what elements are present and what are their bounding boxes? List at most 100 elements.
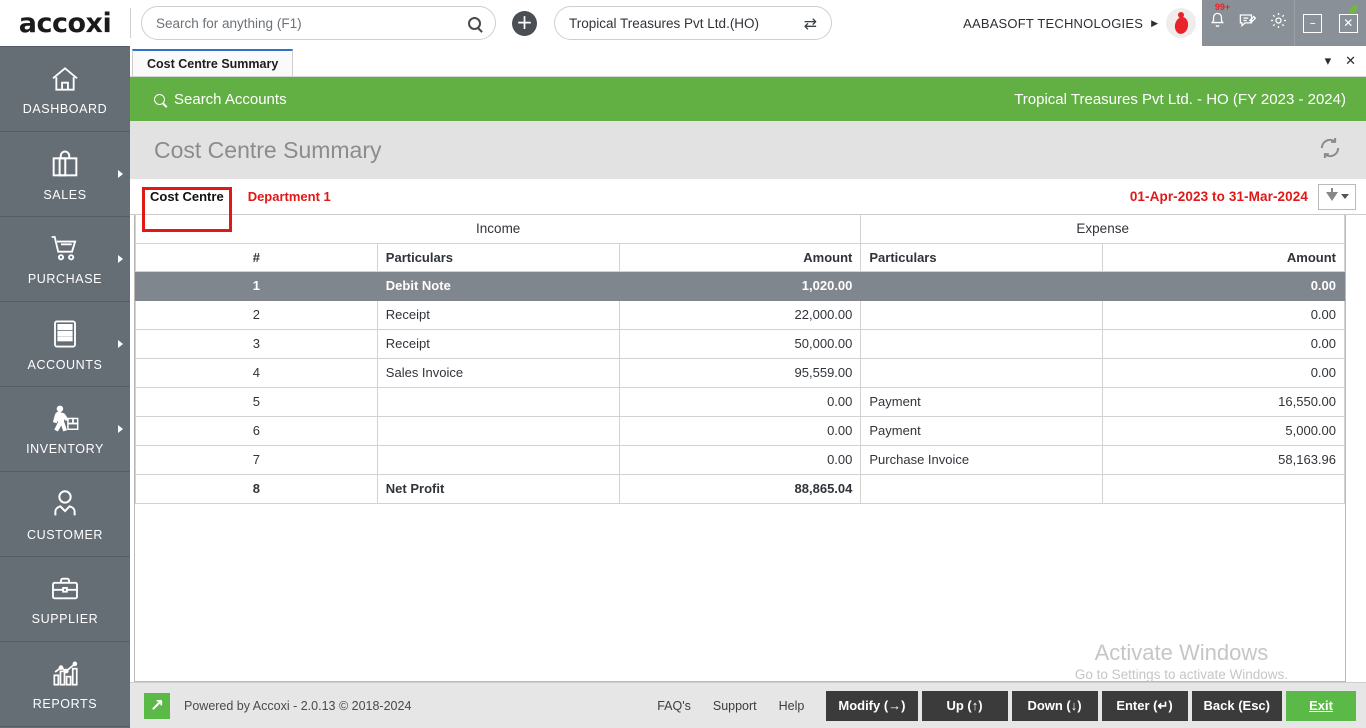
top-bar: accoxi + Tropical Treasures Pvt Ltd.(HO)… xyxy=(0,0,1366,46)
sidebar-item-customer[interactable]: CUSTOMER xyxy=(0,472,130,557)
cell-index: 6 xyxy=(136,416,378,445)
sidebar-item-sales[interactable]: SALES xyxy=(0,132,130,217)
notifications-button[interactable]: 99+ xyxy=(1208,11,1227,35)
footer-link-support[interactable]: Support xyxy=(713,699,757,713)
cell-expense-particulars xyxy=(861,474,1103,503)
search-accounts-button[interactable]: Search Accounts xyxy=(154,91,287,108)
filter-button[interactable] xyxy=(1318,184,1356,210)
home-icon xyxy=(46,63,84,95)
sidebar-item-label: INVENTORY xyxy=(26,442,104,456)
sidebar-item-supplier[interactable]: SUPPLIER xyxy=(0,557,130,642)
sidebar-item-label: SUPPLIER xyxy=(32,612,99,626)
refresh-icon[interactable] xyxy=(1316,134,1344,167)
funnel-icon xyxy=(1326,192,1338,201)
sidebar: DASHBOARD SALES PURCHASE xyxy=(0,46,130,728)
cell-expense-amount: 58,163.96 xyxy=(1103,445,1345,474)
footer-links: FAQ's Support Help xyxy=(657,699,804,713)
cost-centre-summary-table: Income Expense # Particulars Amount Part… xyxy=(135,215,1345,504)
close-button[interactable]: ✕ xyxy=(1339,14,1358,33)
cell-income-particulars: Sales Invoice xyxy=(377,358,619,387)
accoxi-footer-logo-icon: ↗ xyxy=(144,693,170,719)
shopping-cart-icon xyxy=(46,233,84,265)
global-search[interactable] xyxy=(141,6,496,40)
tab-cost-centre-summary[interactable]: Cost Centre Summary xyxy=(132,49,293,76)
group-header-expense: Expense xyxy=(861,215,1345,243)
warehouse-worker-icon xyxy=(46,403,84,435)
company-menu[interactable]: AABASOFT TECHNOLOGIES ▶ xyxy=(963,8,1202,38)
enter-button[interactable]: Enter (↵) xyxy=(1102,691,1188,721)
switch-branch-icon[interactable]: ⇄ xyxy=(804,14,817,33)
cell-expense-amount: 0.00 xyxy=(1103,300,1345,329)
cell-income-particulars xyxy=(377,387,619,416)
tab-department-1[interactable]: Department 1 xyxy=(248,189,331,204)
avatar-body xyxy=(1173,16,1189,35)
back-button[interactable]: Back (Esc) xyxy=(1192,691,1282,721)
sidebar-item-dashboard[interactable]: DASHBOARD xyxy=(0,47,130,132)
tab-close-icon[interactable]: ✕ xyxy=(1345,53,1356,69)
table-body: 1Debit Note1,020.000.002Receipt22,000.00… xyxy=(136,271,1345,503)
footer-link-faqs[interactable]: FAQ's xyxy=(657,699,691,713)
exit-button[interactable]: Exit xyxy=(1286,691,1356,721)
sidebar-item-inventory[interactable]: INVENTORY xyxy=(0,387,130,472)
table-row[interactable]: 8Net Profit88,865.04 xyxy=(136,474,1345,503)
cell-income-particulars: Receipt xyxy=(377,300,619,329)
add-new-button[interactable]: + xyxy=(512,11,537,36)
footer-action-buttons: Modify (→) Up (↑) Down (↓) Enter (↵) Bac… xyxy=(826,691,1356,721)
tab-label: Cost Centre Summary xyxy=(147,57,278,71)
cell-income-amount: 0.00 xyxy=(619,445,861,474)
cell-expense-particulars: Payment xyxy=(861,387,1103,416)
chevron-right-icon xyxy=(118,425,123,433)
system-icons: 99+ xyxy=(1202,0,1294,46)
cell-index: 7 xyxy=(136,445,378,474)
footer-link-help[interactable]: Help xyxy=(779,699,805,713)
cell-expense-amount: 0.00 xyxy=(1103,358,1345,387)
branch-selector[interactable]: Tropical Treasures Pvt Ltd.(HO) ⇄ xyxy=(554,6,832,40)
avatar[interactable] xyxy=(1166,8,1196,38)
search-icon[interactable] xyxy=(468,17,481,30)
sidebar-item-label: DASHBOARD xyxy=(23,102,108,116)
table-row[interactable]: 60.00Payment5,000.00 xyxy=(136,416,1345,445)
feedback-button[interactable] xyxy=(1238,11,1257,35)
table-row[interactable]: 50.00Payment16,550.00 xyxy=(136,387,1345,416)
cell-expense-amount: 0.00 xyxy=(1103,329,1345,358)
modify-button[interactable]: Modify (→) xyxy=(826,691,917,721)
fiscal-year-info: Tropical Treasures Pvt Ltd. - HO (FY 202… xyxy=(1014,91,1346,108)
tab-list-dropdown-icon[interactable]: ▾ xyxy=(1325,53,1332,69)
table-row[interactable]: 2Receipt22,000.000.00 xyxy=(136,300,1345,329)
minimize-button[interactable]: – xyxy=(1303,14,1322,33)
tab-controls: ▾ ✕ xyxy=(1325,45,1366,76)
shopping-bag-icon xyxy=(48,147,82,181)
table-row[interactable]: 70.00Purchase Invoice58,163.96 xyxy=(136,445,1345,474)
sidebar-item-accounts[interactable]: ACCOUNTS xyxy=(0,302,130,387)
table-head: Income Expense # Particulars Amount Part… xyxy=(136,215,1345,271)
cell-expense-amount: 5,000.00 xyxy=(1103,416,1345,445)
gear-icon[interactable] xyxy=(1269,11,1288,35)
cell-income-amount: 95,559.00 xyxy=(619,358,861,387)
column-header-income-particulars: Particulars xyxy=(377,243,619,271)
cell-income-amount: 50,000.00 xyxy=(619,329,861,358)
sidebar-item-reports[interactable]: REPORTS xyxy=(0,642,130,727)
up-button[interactable]: Up (↑) xyxy=(922,691,1008,721)
cell-income-particulars: Receipt xyxy=(377,329,619,358)
sidebar-item-purchase[interactable]: PURCHASE xyxy=(0,217,130,302)
table-empty-space xyxy=(135,504,1345,682)
sidebar-item-label: ACCOUNTS xyxy=(28,358,103,372)
green-header-bar: Search Accounts Tropical Treasures Pvt L… xyxy=(130,77,1366,121)
person-icon xyxy=(48,487,82,521)
table-row[interactable]: 3Receipt50,000.000.00 xyxy=(136,329,1345,358)
cell-index: 2 xyxy=(136,300,378,329)
cell-expense-amount: 16,550.00 xyxy=(1103,387,1345,416)
cell-index: 5 xyxy=(136,387,378,416)
search-input[interactable] xyxy=(156,16,468,31)
chevron-right-icon xyxy=(118,255,123,263)
page-title-bar: Cost Centre Summary xyxy=(130,121,1366,179)
cost-centre-table-container: Income Expense # Particulars Amount Part… xyxy=(134,215,1346,682)
table-row[interactable]: 4Sales Invoice95,559.000.00 xyxy=(136,358,1345,387)
table-row[interactable]: 1Debit Note1,020.000.00 xyxy=(136,271,1345,300)
cell-income-amount: 1,020.00 xyxy=(619,271,861,300)
tab-cost-centre[interactable]: Cost Centre xyxy=(144,187,230,206)
chevron-down-icon xyxy=(1341,194,1349,199)
powered-by-text: Powered by Accoxi - 2.0.13 © 2018-2024 xyxy=(184,699,411,713)
cell-expense-amount: 0.00 xyxy=(1103,271,1345,300)
down-button[interactable]: Down (↓) xyxy=(1012,691,1098,721)
